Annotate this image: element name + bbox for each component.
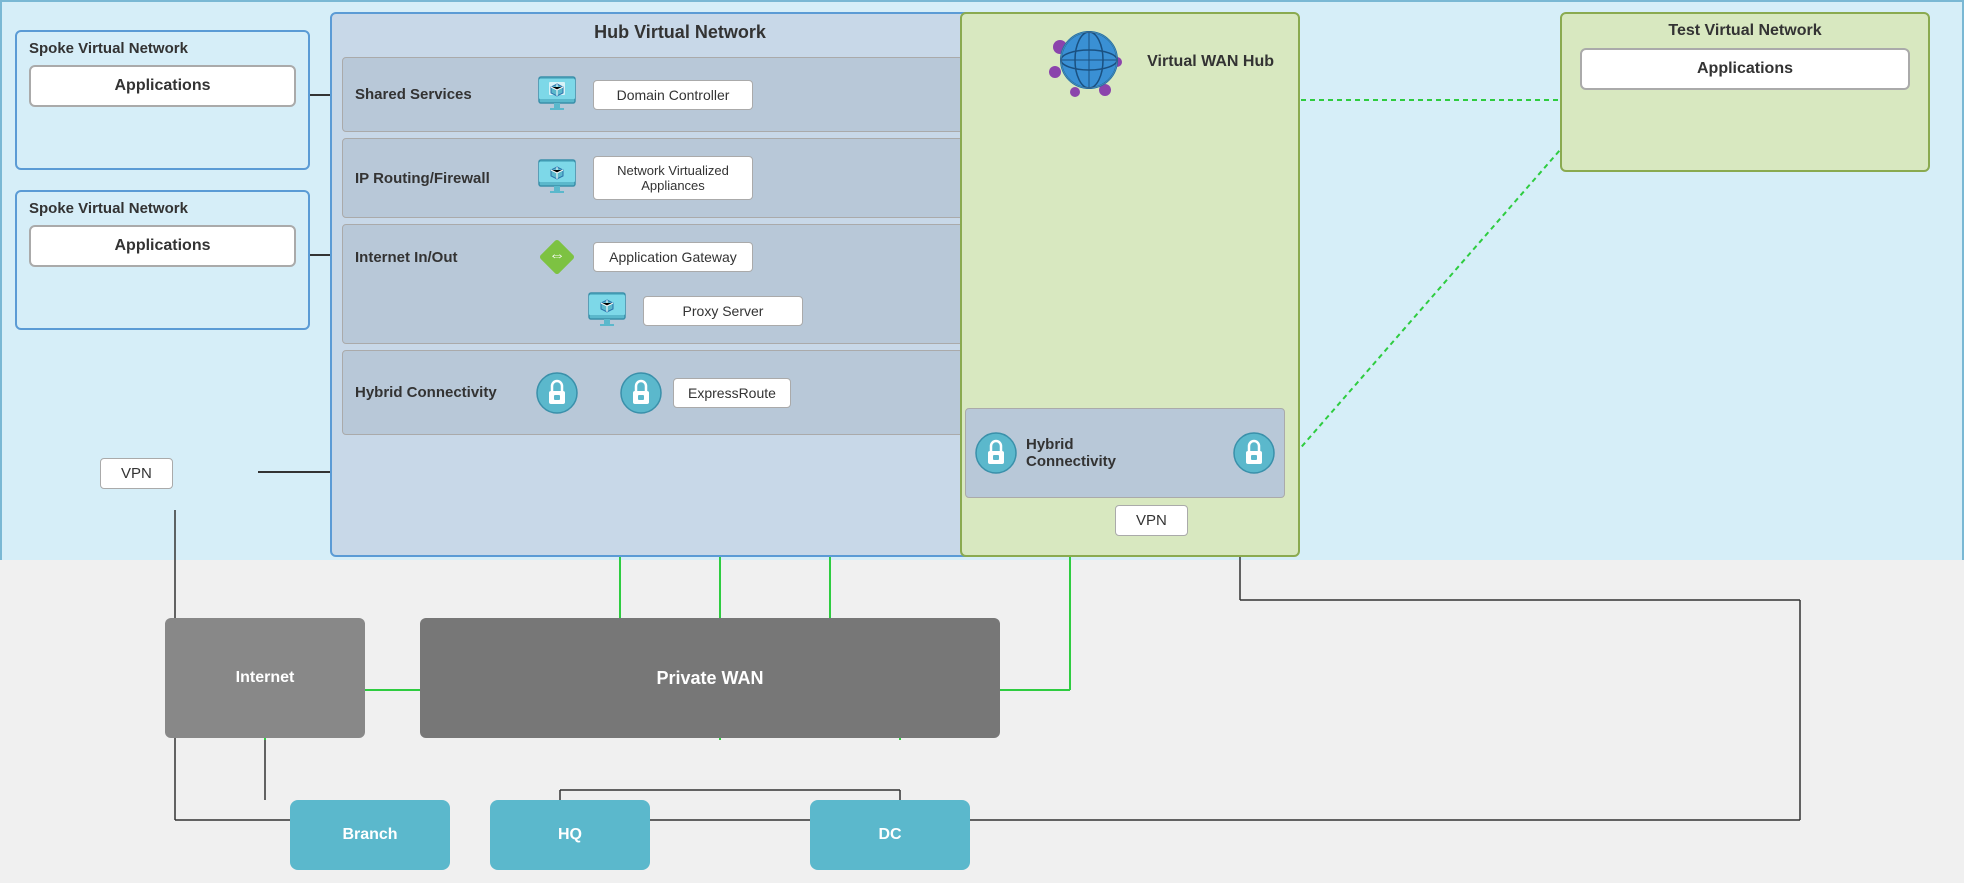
lock-icon-expressroute [619,371,663,415]
hub-vnet: Hub Virtual Network Shared Services Doma… [330,12,1030,557]
branch-endpoint: Branch [290,800,450,870]
svg-text:⇔: ⇔ [552,383,562,394]
ip-routing-label: IP Routing/Firewall [355,170,525,187]
spoke-vnet-2-app: Applications [29,225,296,267]
expressroute-box: ExpressRoute [673,378,791,408]
svg-text:⇔: ⇔ [549,247,566,265]
internet-box: Internet [165,618,365,738]
spoke-vnet-1-title: Spoke Virtual Network [29,40,296,57]
spoke-vnet-1: Spoke Virtual Network Applications [15,30,310,170]
test-vnet: Test Virtual Network Applications [1560,12,1930,172]
internet-inout-label: Internet In/Out [355,249,525,266]
vwan-hybrid-connectivity: HybridConnectivity [965,408,1285,498]
hub-row-ip-routing: IP Routing/Firewall Network VirtualizedA… [342,138,1018,218]
hq-endpoint: HQ [490,800,650,870]
vpn-left-box: VPN [100,458,173,489]
spoke-vnet-2: Spoke Virtual Network Applications [15,190,310,330]
spoke-vnet-1-app: Applications [29,65,296,107]
vwan-hybrid-label: HybridConnectivity [1026,436,1224,470]
monitor-icon-1 [533,71,581,119]
app-gateway-icon: ⇔ [533,233,581,281]
test-vnet-title: Test Virtual Network [1570,22,1920,40]
lock-icon-hub: ⇔ [535,371,579,415]
hub-vnet-title: Hub Virtual Network [332,14,1028,51]
globe-icon [1045,22,1125,102]
app-gateway-box: Application Gateway [593,242,753,272]
hybrid-connectivity-label: Hybrid Connectivity [355,384,525,401]
hub-row-hybrid: Hybrid Connectivity ⇔ ExpressRoute [342,350,1018,435]
lock-icon-vwan-2 [1232,431,1276,475]
lock-icon-vwan-1 [974,431,1018,475]
hub-row-shared-services: Shared Services Domain Controller [342,57,1018,132]
nva-box: Network VirtualizedAppliances [593,156,753,200]
vpn-right-box: VPN [1115,505,1188,536]
test-vnet-app: Applications [1580,48,1910,90]
dc-endpoint: DC [810,800,970,870]
private-wan-box: Private WAN [420,618,1000,738]
shared-services-label: Shared Services [355,86,525,103]
domain-controller-box: Domain Controller [593,80,753,110]
spoke-vnet-2-title: Spoke Virtual Network [29,200,296,217]
monitor-icon-3 [583,287,631,335]
hub-row-internet: Internet In/Out ⇔ Application Gateway [342,224,1018,344]
monitor-icon-2 [533,154,581,202]
proxy-server-box: Proxy Server [643,296,803,326]
vwan-hub-title: Virtual WAN Hub [1135,45,1286,79]
